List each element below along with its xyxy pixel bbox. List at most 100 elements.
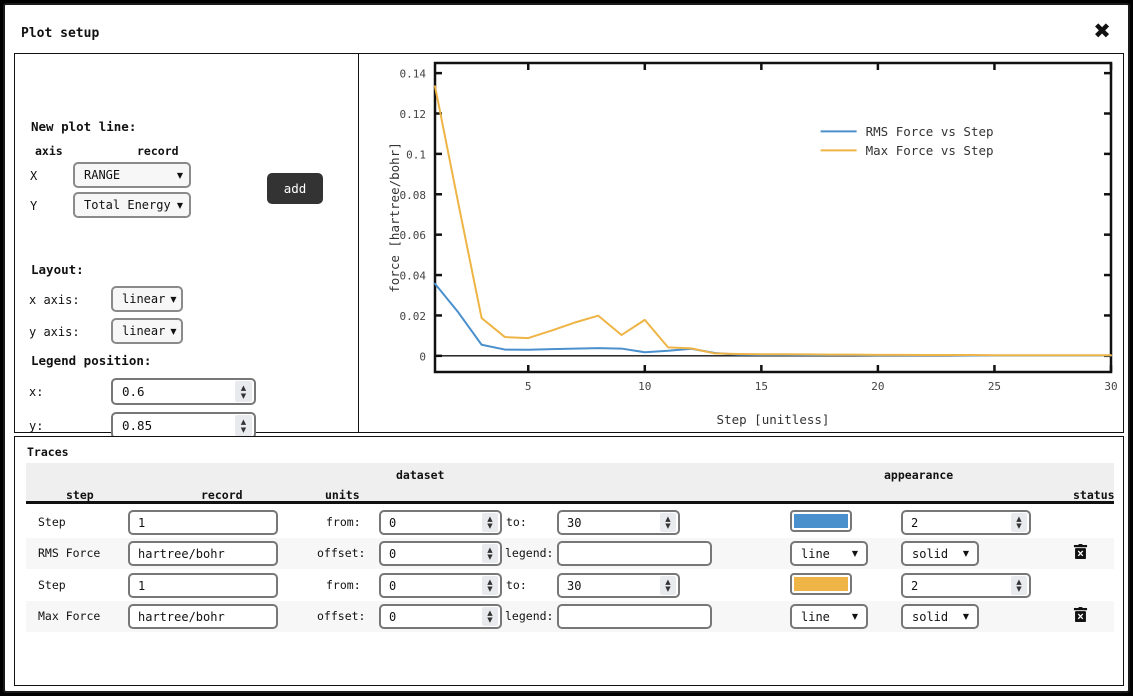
legend-y-stepper[interactable]: ▲▼: [235, 415, 252, 436]
new-plot-line-heading: New plot line:: [31, 119, 136, 134]
trace-2-to-input[interactable]: 30 ▲▼: [557, 573, 680, 598]
svg-text:25: 25: [988, 380, 1001, 393]
trace-1-from-input[interactable]: 0 ▲▼: [379, 510, 502, 535]
trace-1-width-value: 2: [911, 516, 918, 530]
trace-1-offset-stepper[interactable]: ▲▼: [482, 544, 498, 563]
trace-2-units-input[interactable]: hartree/bohr: [128, 604, 278, 629]
trace-1-step-label: Step: [38, 515, 66, 529]
svg-text:10: 10: [638, 380, 651, 393]
trace-2-record-input[interactable]: 1: [128, 573, 278, 598]
trace-1-offset-value: 0: [389, 547, 396, 561]
trace-2-width-stepper[interactable]: ▲▼: [1011, 576, 1027, 595]
trace-2-legend-input[interactable]: [557, 604, 712, 629]
table-row: Step 1 from: 0 ▲▼ to: 30 ▲▼ 2 ▲▼: [26, 507, 1114, 538]
trace-1-plot-type-dropdown[interactable]: line ▼: [790, 541, 868, 566]
trace-1-from-label: from:: [326, 515, 361, 529]
add-button[interactable]: add: [267, 173, 323, 204]
svg-text:0.1: 0.1: [406, 148, 426, 161]
units-column-header: units: [325, 488, 360, 502]
trace-2-color-swatch[interactable]: [790, 573, 852, 595]
trace-1-from-stepper[interactable]: ▲▼: [482, 513, 498, 532]
chevron-down-icon: ▼: [177, 171, 183, 180]
svg-text:15: 15: [755, 380, 768, 393]
y-axis-scale-label: y axis:: [29, 325, 80, 339]
axis-column-header: axis: [35, 144, 63, 158]
trace-2-step-label: Step: [38, 578, 66, 592]
legend-x-stepper[interactable]: ▲▼: [235, 381, 252, 402]
svg-text:0.04: 0.04: [400, 270, 427, 283]
chevron-down-icon: ▼: [170, 327, 176, 336]
table-row: RMS Force hartree/bohr offset: 0 ▲▼ lege…: [26, 538, 1114, 569]
trace-2-name-label: Max Force: [38, 609, 100, 623]
svg-text:0: 0: [419, 350, 426, 363]
record-column-header: record: [137, 144, 179, 158]
y-record-dropdown[interactable]: Total Energy ▼: [73, 192, 191, 218]
trace-2-record-value: 1: [138, 579, 145, 593]
svg-text:0.02: 0.02: [400, 310, 427, 323]
legend-x-label: x:: [29, 385, 43, 399]
svg-text:0.08: 0.08: [400, 189, 427, 202]
trace-1-offset-label: offset:: [317, 546, 365, 560]
trash-icon[interactable]: [1073, 544, 1088, 560]
trace-2-to-label: to:: [506, 578, 527, 592]
legend-x-input[interactable]: 0.6 ▲▼: [111, 378, 256, 405]
svg-text:5: 5: [525, 380, 532, 393]
trace-2-line-style-value: solid: [912, 610, 948, 624]
chevron-down-icon: ▼: [852, 612, 858, 621]
trace-2-units-value: hartree/bohr: [138, 610, 225, 624]
trace-1-legend-label: legend:: [505, 546, 553, 560]
step-column-header: step: [66, 488, 94, 502]
legend-y-label: y:: [29, 419, 43, 433]
traces-title: Traces: [27, 445, 69, 459]
trace-2-plot-type-value: line: [801, 610, 830, 624]
trace-1-record-value: 1: [138, 516, 145, 530]
legend-y-input[interactable]: 0.85 ▲▼: [111, 412, 256, 439]
y-axis-row-label: Y: [30, 199, 37, 213]
svg-text:RMS Force vs Step: RMS Force vs Step: [866, 124, 994, 139]
table-row: Max Force hartree/bohr offset: 0 ▲▼ lege…: [26, 601, 1114, 632]
trace-1-color-swatch[interactable]: [790, 510, 852, 532]
svg-text:Step [unitless]: Step [unitless]: [717, 412, 830, 427]
trash-icon[interactable]: [1073, 607, 1088, 623]
chart-canvas: 00.020.040.060.080.10.120.1451015202530S…: [359, 54, 1124, 434]
x-axis-scale-label: x axis:: [29, 293, 80, 307]
trace-1-width-input[interactable]: 2 ▲▼: [901, 510, 1031, 535]
trace-1-to-value: 30: [567, 516, 581, 530]
layout-heading: Layout:: [31, 262, 84, 277]
chevron-down-icon: ▼: [852, 549, 858, 558]
plot-preview-panel: 00.020.040.060.080.10.120.1451015202530S…: [359, 53, 1124, 433]
x-axis-scale-dropdown[interactable]: linear ▼: [111, 286, 183, 312]
trace-2-offset-stepper[interactable]: ▲▼: [482, 607, 498, 626]
trace-1-units-value: hartree/bohr: [138, 547, 225, 561]
trace-2-line-style-dropdown[interactable]: solid ▼: [901, 604, 979, 629]
close-icon[interactable]: ✖: [1088, 17, 1116, 45]
trace-1-to-input[interactable]: 30 ▲▼: [557, 510, 680, 535]
y-axis-scale-value: linear: [122, 324, 165, 338]
plot-setup-panel: New plot line: axis record X RANGE ▼ Y T…: [14, 53, 359, 433]
x-axis-scale-value: linear: [122, 292, 165, 306]
title-bar: Plot setup ✖: [5, 5, 1128, 49]
trace-2-width-input[interactable]: 2 ▲▼: [901, 573, 1031, 598]
trace-1-to-stepper[interactable]: ▲▼: [660, 513, 676, 532]
trace-1-width-stepper[interactable]: ▲▼: [1011, 513, 1027, 532]
trace-2-offset-input[interactable]: 0 ▲▼: [379, 604, 502, 629]
trace-1-line-style-value: solid: [912, 547, 948, 561]
trace-1-offset-input[interactable]: 0 ▲▼: [379, 541, 502, 566]
trace-1-to-label: to:: [506, 515, 527, 529]
y-record-value: Total Energy: [84, 198, 171, 212]
trace-1-plot-type-value: line: [801, 547, 830, 561]
trace-1-legend-input[interactable]: [557, 541, 712, 566]
force-vs-step-chart: 00.020.040.060.080.10.120.1451015202530S…: [359, 54, 1124, 434]
traces-table-header: dataset appearance status step record un…: [26, 463, 1114, 504]
trace-2-plot-type-dropdown[interactable]: line ▼: [790, 604, 868, 629]
trace-2-from-input[interactable]: 0 ▲▼: [379, 573, 502, 598]
trace-1-record-input[interactable]: 1: [128, 510, 278, 535]
trace-1-line-style-dropdown[interactable]: solid ▼: [901, 541, 979, 566]
y-axis-scale-dropdown[interactable]: linear ▼: [111, 318, 183, 344]
svg-text:0.06: 0.06: [400, 229, 427, 242]
x-record-dropdown[interactable]: RANGE ▼: [73, 162, 191, 188]
trace-2-to-stepper[interactable]: ▲▼: [660, 576, 676, 595]
trace-2-from-stepper[interactable]: ▲▼: [482, 576, 498, 595]
trace-1-units-input[interactable]: hartree/bohr: [128, 541, 278, 566]
svg-text:30: 30: [1104, 380, 1117, 393]
